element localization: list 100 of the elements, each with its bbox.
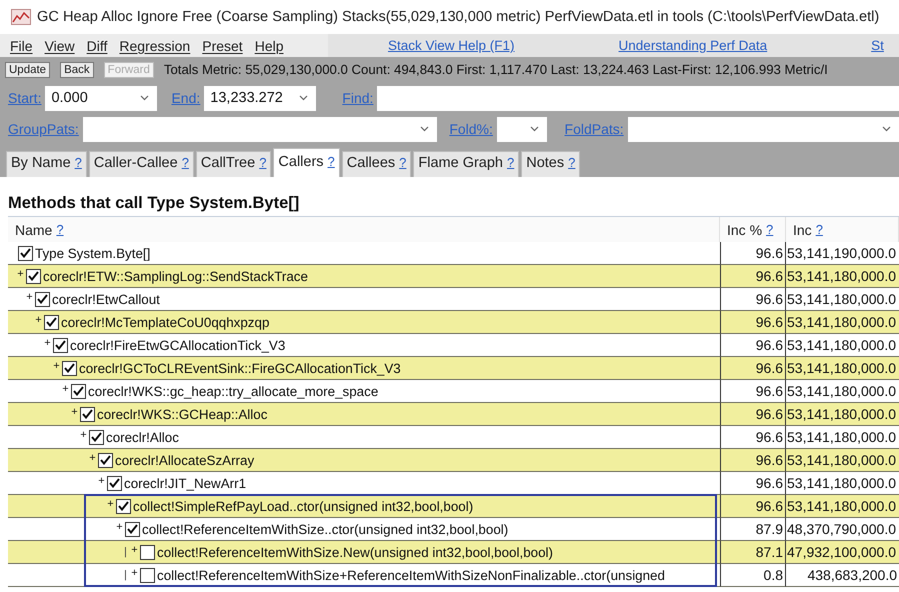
method-name: coreclr!WKS::gc_heap::try_allocate_more_space — [88, 384, 378, 398]
menu-item[interactable]: View — [38, 38, 81, 54]
tree-guide: | — [124, 569, 128, 581]
tab[interactable]: Notes ? — [521, 151, 580, 177]
help-link[interactable]: ? — [816, 222, 823, 237]
start-combo[interactable]: 0.000 — [45, 86, 158, 110]
help-link[interactable]: ? — [328, 154, 335, 169]
checkbox[interactable] — [116, 498, 131, 514]
checkbox[interactable] — [35, 292, 50, 306]
method-name: coreclr!JIT_NewArr1 — [124, 476, 246, 490]
checkbox[interactable] — [53, 338, 68, 352]
help-link[interactable]: ? — [568, 155, 576, 170]
caret-icon — [420, 126, 430, 132]
checkbox[interactable] — [140, 568, 155, 582]
expand-toggle[interactable]: + — [52, 360, 61, 372]
checkbox[interactable] — [71, 384, 86, 398]
inclusive-cell: 53,141,180,000.0 — [786, 357, 899, 380]
checkbox[interactable] — [98, 452, 113, 468]
expand-toggle[interactable]: + — [106, 498, 115, 510]
checkbox[interactable] — [44, 314, 59, 330]
column-header[interactable]: Inc ? — [786, 217, 899, 242]
menu-item[interactable]: Regression — [113, 38, 196, 54]
checkbox[interactable] — [125, 522, 140, 536]
method-name: coreclr!GCToCLREventSink::FireGCAllocationTick_V3 — [79, 360, 401, 376]
window-title: GC Heap Alloc Ignore Free (Coarse Sampling) Stacks(55,029,130,000 metric) PerfViewData.etl in tools (C:\tools\PerfViewData.etl) — [37, 9, 880, 25]
inclusive-cell: 438,683,200.0 — [786, 564, 899, 587]
inclusive-cell: 53,141,180,000.0 — [786, 449, 899, 472]
method-name: coreclr!Alloc — [106, 430, 179, 444]
inclusive-cell: 53,141,180,000.0 — [786, 265, 899, 288]
menu-item[interactable]: Preset — [196, 38, 249, 54]
percent-cell: 96.6 — [720, 357, 786, 380]
caret-icon — [882, 126, 891, 132]
caret-icon — [299, 95, 308, 101]
inclusive-cell: 53,141,180,000.0 — [786, 495, 899, 518]
expand-toggle[interactable]: + — [70, 406, 79, 418]
help-link[interactable]: Stack View Help (F1) — [388, 38, 515, 53]
expand-toggle[interactable]: + — [34, 314, 43, 326]
method-name: collect!ReferenceItemWithSize+ReferenceItemWithSizeNonFinalizable..ctor(unsigned — [157, 568, 665, 582]
help-link[interactable]: ? — [74, 155, 82, 170]
tree-guide: | — [124, 546, 128, 558]
tab[interactable]: Callees ? — [342, 151, 412, 177]
help-link[interactable]: ? — [399, 155, 406, 170]
find-field[interactable] — [377, 86, 899, 110]
percent-cell: 96.6 — [720, 449, 786, 472]
checkbox[interactable] — [80, 406, 95, 422]
expand-toggle[interactable]: + — [97, 474, 106, 486]
method-name: coreclr!McTemplateCoU0qqhxpzqp — [61, 314, 270, 330]
tab[interactable]: Callers ? — [273, 148, 340, 177]
tab[interactable]: CallTree ? — [196, 151, 272, 177]
expand-toggle[interactable]: + — [79, 428, 88, 440]
percent-cell: 96.6 — [720, 311, 786, 334]
percent-cell: 96.6 — [720, 265, 786, 288]
caret-icon — [140, 95, 150, 101]
method-name: coreclr!WKS::GCHeap::Alloc — [97, 406, 268, 422]
checkbox[interactable] — [89, 430, 104, 444]
expand-toggle[interactable]: + — [88, 452, 97, 464]
checkbox[interactable] — [62, 360, 77, 376]
column-header[interactable]: Inc % ? — [720, 217, 786, 242]
method-name: coreclr!EtwCallout — [52, 292, 160, 306]
help-link[interactable]: ? — [766, 222, 774, 237]
expand-toggle[interactable]: + — [25, 290, 34, 302]
help-link[interactable]: ? — [182, 155, 189, 170]
checkbox[interactable] — [26, 268, 41, 284]
help-link[interactable]: St — [871, 38, 884, 53]
help-link[interactable]: Understanding Perf Data — [618, 38, 768, 53]
menu-item[interactable]: Help — [248, 38, 290, 54]
help-link[interactable]: ? — [507, 155, 514, 170]
expand-toggle[interactable]: + — [61, 382, 70, 394]
method-name: collect!ReferenceItemWithSize.New(unsigned int32,bool,bool,bool) — [157, 544, 553, 560]
section-heading: Methods that call Type System.Byte[] — [8, 193, 300, 214]
column-header[interactable]: Name ? — [8, 217, 720, 242]
help-link[interactable]: ? — [56, 222, 64, 237]
menu-item[interactable]: Diff — [80, 38, 114, 54]
inclusive-cell: 53,141,180,000.0 — [786, 403, 899, 426]
tab[interactable]: Caller-Callee ? — [88, 151, 194, 177]
percent-cell: 0.8 — [720, 564, 786, 587]
tab[interactable]: Flame Graph ? — [413, 151, 520, 177]
method-name: collect!ReferenceItemWithSize..ctor(unsigned int32,bool,bool) — [142, 522, 508, 536]
expand-toggle[interactable]: + — [16, 268, 25, 280]
method-name: collect!SimpleRefPayLoad..ctor(unsigned int32,bool,bool) — [133, 498, 474, 514]
method-name: coreclr!FireEtwGCAllocationTick_V3 — [70, 338, 286, 352]
checkbox[interactable] — [140, 544, 155, 560]
end-combo[interactable]: 13,233.272 — [204, 86, 316, 110]
toolbar-button[interactable]: Update — [5, 62, 50, 78]
expand-toggle[interactable]: + — [43, 336, 52, 348]
toolbar-button[interactable]: Back — [60, 62, 94, 78]
expand-toggle[interactable]: + — [115, 520, 124, 532]
totals-summary: Totals Metric: 55,029,130,000.0 Count: 494,843.0 First: 1,117.470 Last: 13,224.463 Last-First: 12,106.993 Metric/I — [164, 62, 828, 77]
method-name: Type System.Byte[] — [35, 246, 150, 260]
expand-toggle[interactable]: + — [130, 544, 139, 556]
checkbox[interactable] — [18, 246, 33, 260]
percent-cell: 96.6 — [720, 403, 786, 426]
percent-cell: 87.1 — [720, 541, 786, 564]
help-link[interactable]: ? — [259, 155, 266, 170]
tab[interactable]: By Name ? — [6, 151, 87, 177]
menu-item[interactable]: File — [4, 38, 39, 54]
percent-cell: 96.6 — [720, 495, 786, 518]
expand-toggle[interactable]: + — [130, 566, 139, 578]
checkbox[interactable] — [107, 476, 122, 490]
inclusive-cell: 53,141,180,000.0 — [786, 311, 899, 334]
